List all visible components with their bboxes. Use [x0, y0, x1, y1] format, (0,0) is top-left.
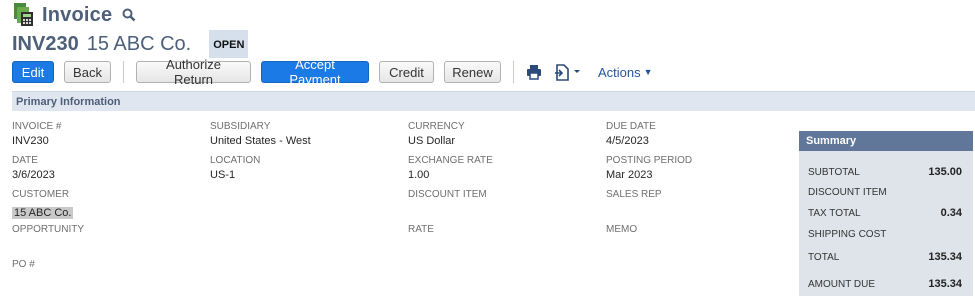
field-posting-period: POSTING PERIOD Mar 2023: [606, 155, 692, 181]
summary-value: 135.34: [928, 278, 962, 290]
summary-row-shipping-cost: SHIPPING COST: [808, 227, 962, 241]
field-invoice-number: INVOICE # INV230: [12, 121, 61, 147]
record-header: INV230 15 ABC Co. OPEN: [12, 30, 249, 58]
export-icon[interactable]: [554, 63, 582, 81]
summary-label: SHIPPING COST: [808, 228, 887, 240]
record-id: INV230: [12, 32, 79, 55]
summary-row-total: TOTAL 135.34: [808, 250, 962, 264]
field-label: OPPORTUNITY: [12, 224, 85, 235]
field-due-date: DUE DATE 4/5/2023: [606, 121, 656, 147]
summary-label: AMOUNT DUE: [808, 278, 876, 290]
field-sales-rep: SALES REP: [606, 189, 662, 203]
accept-payment-button[interactable]: Accept Payment: [261, 57, 369, 87]
field-label: CUSTOMER: [12, 189, 70, 200]
field-date: DATE 3/6/2023: [12, 155, 55, 181]
field-rate: RATE: [408, 224, 434, 238]
field-label: EXCHANGE RATE: [408, 155, 493, 166]
field-label: INVOICE #: [12, 121, 62, 132]
summary-label: DISCOUNT ITEM: [808, 186, 887, 198]
record-name: 15 ABC Co.: [86, 32, 192, 55]
field-label: DUE DATE: [606, 121, 656, 132]
field-value: US-1: [210, 169, 236, 181]
credit-button[interactable]: Credit: [379, 61, 434, 83]
authorize-return-button[interactable]: Authorize Return: [136, 57, 251, 87]
summary-value: 135.34: [928, 251, 962, 263]
summary-panel: Summary SUBTOTAL 135.00 DISCOUNT ITEM TA…: [799, 131, 973, 296]
field-memo: MEMO: [606, 224, 637, 238]
summary-row-amount-due: AMOUNT DUE 135.34: [808, 277, 962, 291]
field-label: CURRENCY: [408, 121, 465, 132]
actions-label: Actions: [598, 64, 641, 80]
summary-label: SUBTOTAL: [808, 166, 860, 178]
invoice-doc-icon: [12, 3, 34, 27]
field-label: MEMO: [606, 224, 638, 235]
status-badge: OPEN: [209, 30, 249, 58]
title-row: Invoice: [12, 3, 136, 27]
caret-down-icon: ▼: [643, 67, 653, 77]
summary-row-subtotal: SUBTOTAL 135.00: [808, 165, 962, 179]
renew-button[interactable]: Renew: [444, 61, 501, 83]
field-currency: CURRENCY US Dollar: [408, 121, 465, 147]
field-value: 1.00: [408, 169, 430, 181]
field-value: Mar 2023: [606, 169, 653, 181]
summary-value: 135.00: [928, 166, 962, 178]
field-label: LOCATION: [210, 155, 261, 166]
field-value: 3/6/2023: [12, 169, 55, 181]
field-po-number: PO #: [12, 259, 35, 273]
field-value: United States - West: [210, 135, 311, 147]
field-label: DISCOUNT ITEM: [408, 189, 487, 200]
page-title: Invoice: [42, 3, 113, 26]
actions-menu[interactable]: Actions ▼: [598, 65, 653, 80]
field-value: 4/5/2023: [606, 135, 649, 147]
field-label: RATE: [408, 224, 434, 235]
field-value: US Dollar: [408, 135, 456, 147]
toolbar-divider: [513, 61, 514, 83]
toolbar-divider: [123, 61, 124, 83]
edit-button[interactable]: Edit: [12, 61, 54, 83]
back-button[interactable]: Back: [64, 61, 111, 83]
section-title: Primary Information: [16, 96, 121, 108]
field-label: SUBSIDIARY: [210, 121, 271, 132]
field-label: SALES REP: [606, 189, 662, 200]
search-icon[interactable]: [122, 8, 136, 22]
summary-row-tax-total: TAX TOTAL 0.34: [808, 206, 962, 220]
customer-link[interactable]: 15 ABC Co.: [12, 207, 74, 219]
summary-row-discount-item: DISCOUNT ITEM: [808, 185, 962, 199]
field-location: LOCATION US-1: [210, 155, 260, 181]
summary-label: TOTAL: [808, 251, 840, 263]
summary-label: TAX TOTAL: [808, 207, 861, 219]
summary-value: 0.34: [940, 207, 962, 219]
field-exchange-rate: EXCHANGE RATE 1.00: [408, 155, 493, 181]
field-subsidiary: SUBSIDIARY United States - West: [210, 121, 311, 147]
primary-information-section[interactable]: Primary Information: [12, 91, 975, 111]
print-icon[interactable]: [526, 63, 544, 81]
toolbar: Edit Back Authorize Return Accept Paymen…: [12, 57, 653, 87]
field-label: POSTING PERIOD: [606, 155, 693, 166]
field-customer: CUSTOMER 15 ABC Co.: [12, 189, 74, 221]
field-value: INV230: [12, 135, 49, 147]
field-discount-item: DISCOUNT ITEM: [408, 189, 487, 203]
field-opportunity: OPPORTUNITY: [12, 224, 84, 238]
field-label: DATE: [12, 155, 38, 166]
field-label: PO #: [12, 259, 35, 270]
summary-title: Summary: [799, 131, 973, 151]
